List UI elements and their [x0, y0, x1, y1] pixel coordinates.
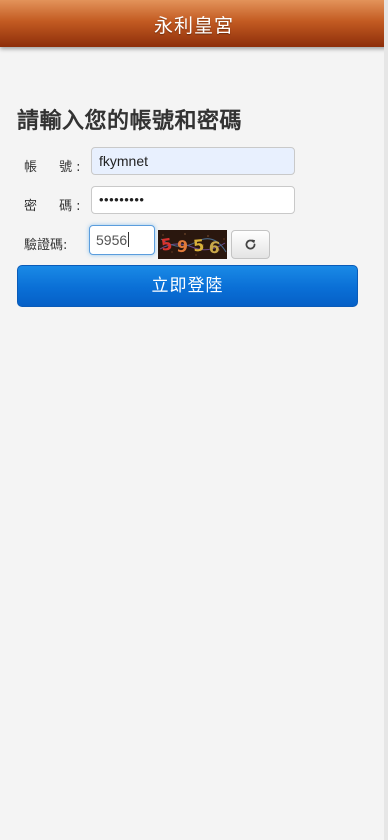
account-label: 帳 號: — [24, 160, 85, 175]
account-input[interactable]: fkymnet — [91, 147, 295, 175]
app-header: 永利皇宮 — [0, 0, 388, 47]
captcha-image[interactable]: 5 9 5 6 — [158, 230, 227, 259]
password-input[interactable]: ••••••••• — [91, 186, 295, 214]
text-caret — [128, 232, 130, 247]
app-title: 永利皇宮 — [153, 15, 234, 37]
login-button[interactable]: 立即登陸 — [17, 265, 358, 307]
refresh-icon — [245, 239, 256, 250]
refresh-captcha-button[interactable] — [231, 230, 270, 259]
page-title: 請輸入您的帳號和密碼 — [17, 109, 243, 134]
password-label: 密 碼: — [24, 199, 85, 214]
scrollbar[interactable] — [384, 0, 388, 840]
captcha-input[interactable]: 5956 — [89, 225, 155, 255]
captcha-label: 驗證碼: — [24, 238, 68, 253]
captcha-input-value: 5956 — [96, 232, 128, 248]
svg-text:5: 5 — [192, 236, 205, 256]
svg-text:9: 9 — [176, 236, 189, 256]
